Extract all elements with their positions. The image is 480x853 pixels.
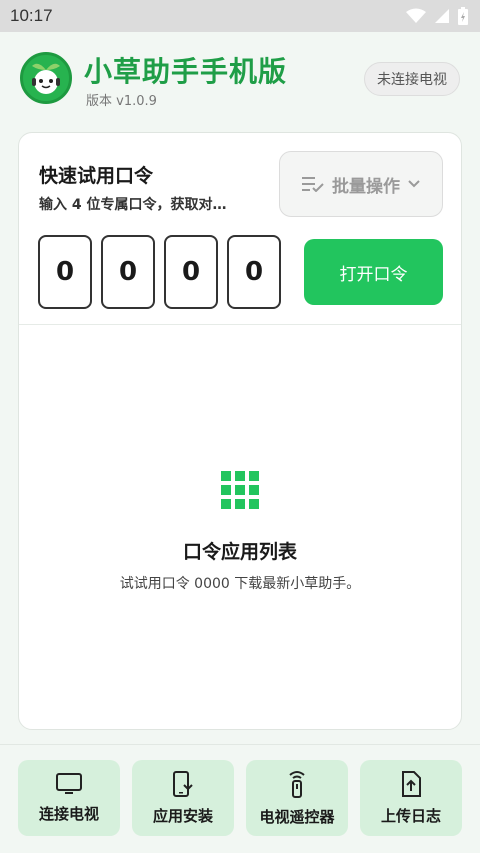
- remote-icon: [289, 770, 305, 798]
- tv-remote-button[interactable]: 电视遥控器: [246, 760, 348, 836]
- status-icons: [406, 7, 468, 25]
- signal-icon: [435, 9, 449, 23]
- upload-log-label: 上传日志: [380, 806, 441, 825]
- code-list-title: 口令应用列表: [182, 541, 297, 563]
- app-install-button[interactable]: 应用安装: [132, 760, 234, 836]
- batch-operation-button[interactable]: 批量操作: [279, 151, 443, 217]
- code-digit-input-3[interactable]: 0: [164, 235, 218, 309]
- connect-tv-label: 连接电视: [38, 804, 99, 823]
- grid-icon: [221, 471, 259, 509]
- bottom-nav: 连接电视 应用安装 电视遥控器 上传日志: [0, 744, 480, 853]
- open-code-button[interactable]: 打开口令: [304, 239, 443, 305]
- sort-check-icon: [302, 177, 324, 192]
- connect-tv-button[interactable]: 连接电视: [18, 760, 120, 836]
- tv-connection-status-badge[interactable]: 未连接电视: [364, 62, 460, 96]
- chevron-down-icon: [408, 180, 420, 188]
- quick-code-description: 输入 4 位专属口令，获取对…: [39, 197, 227, 213]
- tv-remote-label: 电视遥控器: [259, 807, 335, 826]
- code-digit-input-2[interactable]: 0: [101, 235, 155, 309]
- app-install-label: 应用安装: [152, 806, 213, 825]
- code-digit-input-4[interactable]: 0: [227, 235, 281, 309]
- install-icon: [173, 770, 193, 797]
- app-logo: [20, 52, 72, 104]
- upload-log-icon: [402, 770, 421, 797]
- main-card: 快速试用口令 输入 4 位专属口令，获取对… 批量操作 0 0 0 0 打开口令…: [18, 132, 462, 730]
- app-version: 版本 v1.0.9: [86, 94, 157, 109]
- sprout-mascot-icon: [32, 63, 60, 94]
- code-digit-input-1[interactable]: 0: [38, 235, 92, 309]
- battery-icon: [458, 7, 468, 25]
- divider: [19, 324, 461, 325]
- batch-operation-label: 批量操作: [332, 176, 400, 197]
- status-bar: 10:17: [0, 0, 480, 32]
- upload-log-button[interactable]: 上传日志: [360, 760, 462, 836]
- code-list-description: 试试用口令 0000 下载最新小草助手。: [119, 576, 361, 592]
- app-title: 小草助手手机版: [84, 55, 288, 88]
- tv-icon: [56, 772, 82, 794]
- quick-code-title: 快速试用口令: [39, 165, 154, 187]
- status-time: 10:17: [10, 6, 53, 25]
- wifi-icon: [406, 8, 426, 23]
- app-header: 小草助手手机版 版本 v1.0.9 未连接电视: [20, 50, 460, 110]
